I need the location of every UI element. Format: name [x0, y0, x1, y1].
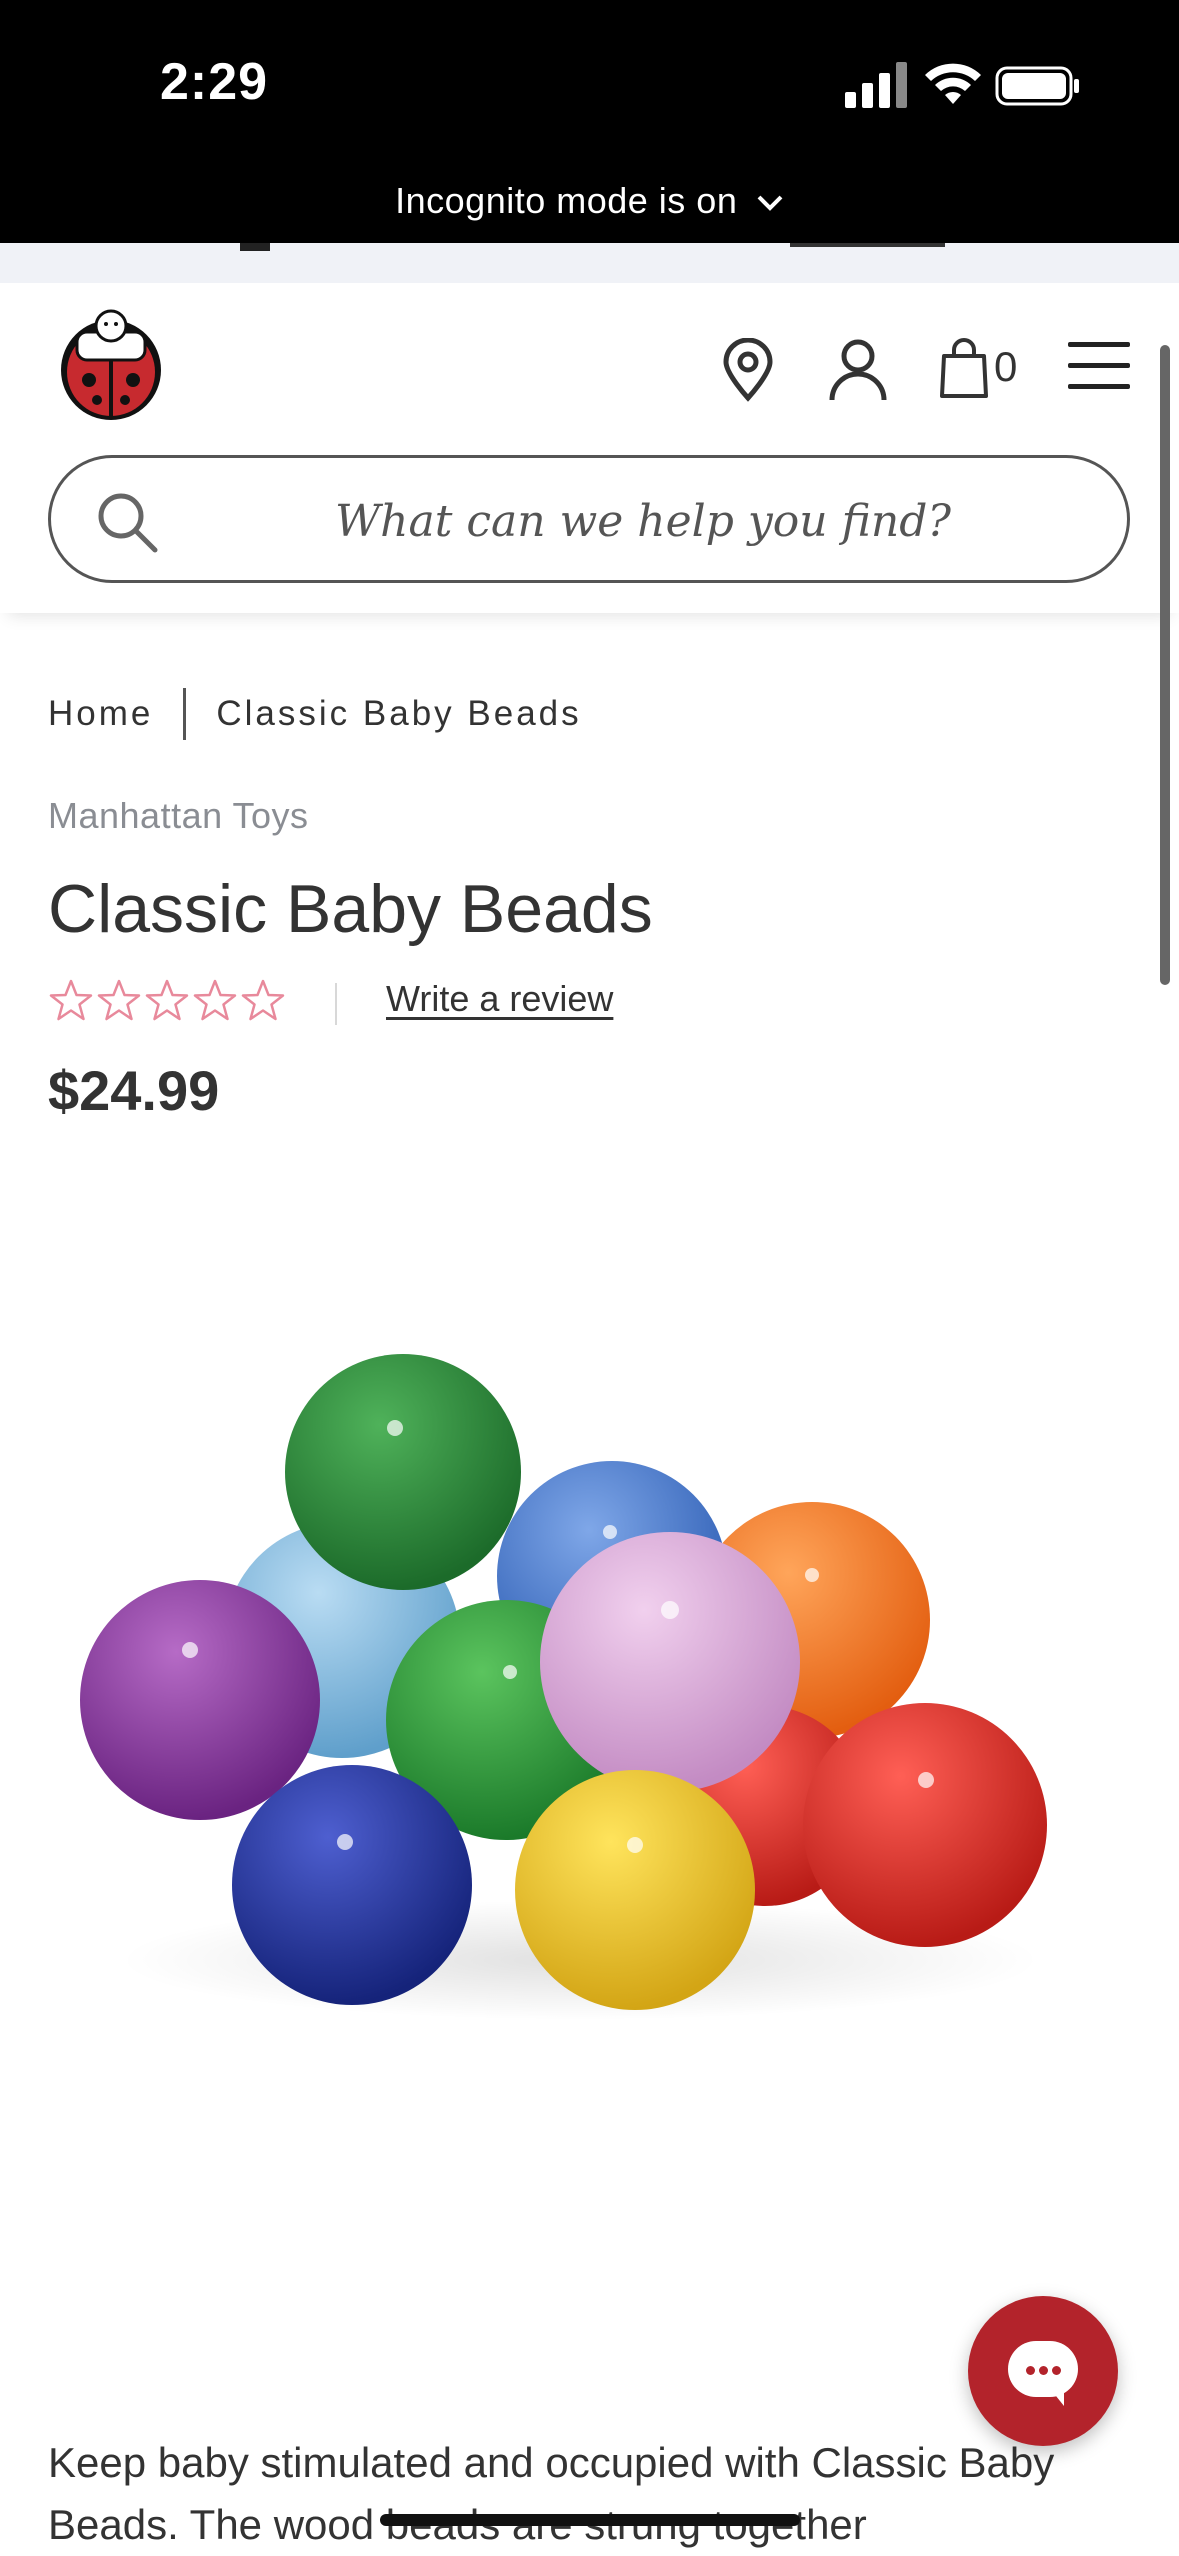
product-image[interactable]: [60, 1320, 1070, 2040]
promo-link-underline[interactable]: [790, 243, 945, 247]
star-icon: [145, 979, 189, 1021]
chevron-down-icon: [757, 196, 783, 212]
review-divider: [335, 983, 337, 1025]
chat-dot: [1026, 2366, 1035, 2375]
ladybug-logo[interactable]: [55, 308, 167, 423]
chat-dot: [1039, 2366, 1048, 2375]
product-brand[interactable]: Manhattan Toys: [48, 795, 309, 837]
star-rating[interactable]: [48, 978, 290, 1030]
incognito-label: Incognito mode is on: [395, 180, 738, 221]
battery-icon: [995, 66, 1079, 106]
breadcrumb-current[interactable]: Classic Baby Beads: [216, 694, 581, 734]
product-title: Classic Baby Beads: [48, 871, 653, 947]
search-bar[interactable]: [48, 455, 1130, 583]
status-bar: 2:29 Incognito mode is on: [0, 0, 1179, 243]
location-pin-icon[interactable]: [718, 338, 778, 402]
user-account-icon[interactable]: [826, 338, 890, 402]
breadcrumb-home[interactable]: Home: [48, 694, 153, 734]
chat-dot: [1052, 2366, 1061, 2375]
page-scrollbar[interactable]: [1160, 345, 1170, 985]
cellular-signal-icon: [845, 62, 907, 108]
site-header: 0: [0, 283, 1179, 613]
wifi-icon: [925, 63, 981, 104]
promo-strip: [0, 243, 1179, 283]
chat-button[interactable]: [968, 2296, 1118, 2446]
star-icon: [193, 979, 237, 1021]
status-time: 2:29: [160, 53, 269, 111]
product-price: $24.99: [48, 1059, 220, 1122]
promo-icon: [240, 243, 270, 251]
incognito-banner[interactable]: Incognito mode is on: [0, 180, 1179, 222]
chat-bubble-tail: [1048, 2386, 1064, 2406]
star-icon: [49, 979, 93, 1021]
star-icon: [241, 979, 285, 1021]
shopping-bag-icon[interactable]: [938, 338, 990, 400]
star-icon: [97, 979, 141, 1021]
breadcrumb: Home Classic Baby Beads: [48, 688, 582, 740]
home-indicator[interactable]: [380, 2514, 800, 2526]
breadcrumb-divider: [183, 688, 187, 740]
hamburger-menu-icon[interactable]: [1068, 338, 1130, 394]
search-icon[interactable]: [95, 490, 159, 554]
product-description: Keep baby stimulated and occupied with C…: [48, 2439, 1055, 2548]
search-input[interactable]: [181, 478, 1105, 564]
cart-count[interactable]: 0: [994, 343, 1017, 391]
write-review-link[interactable]: Write a review: [386, 978, 613, 1020]
